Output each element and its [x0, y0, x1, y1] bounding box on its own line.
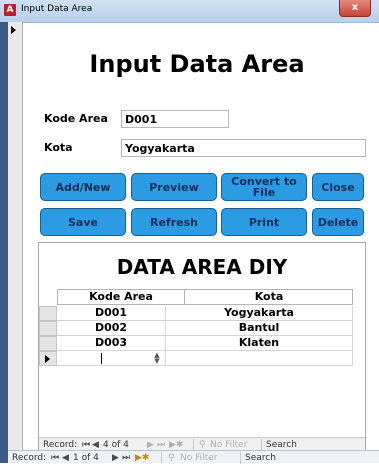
previous-record-icon[interactable]: ◀: [62, 452, 69, 464]
table-row[interactable]: D001 Yogyakarta: [39, 306, 353, 321]
row-selector[interactable]: [39, 306, 57, 321]
filter-icon[interactable]: ⚲: [168, 452, 175, 464]
kode-area-cell[interactable]: D002: [57, 321, 166, 336]
spinner-icon[interactable]: ▲ ▼: [153, 352, 161, 365]
kode-area-cell[interactable]: D003: [57, 336, 166, 351]
delete-button[interactable]: Delete: [312, 208, 364, 236]
current-row-arrow-icon: [45, 355, 50, 363]
kota-cell[interactable]: Yogyakarta: [166, 306, 353, 321]
column-header-kode-area[interactable]: Kode Area: [58, 290, 185, 304]
next-record-icon[interactable]: ▶: [112, 452, 119, 464]
close-button[interactable]: Close: [312, 173, 364, 201]
grid-header: Kode Area Kota: [57, 289, 353, 305]
refresh-button[interactable]: Refresh: [131, 208, 217, 236]
add-new-button[interactable]: Add/New: [40, 173, 126, 201]
print-button[interactable]: Print: [221, 208, 307, 236]
row-selector[interactable]: [39, 351, 57, 366]
new-kota-cell[interactable]: [166, 351, 353, 366]
access-app-icon: A: [4, 4, 16, 16]
subform-title: DATA AREA DIY: [116, 255, 288, 279]
last-record-icon[interactable]: ⏭: [122, 452, 130, 464]
nav-separator: [193, 439, 194, 450]
window-close-button[interactable]: x: [339, 0, 371, 17]
kode-area-label: Kode Area: [44, 112, 108, 125]
kode-area-field[interactable]: D001: [121, 110, 229, 128]
kode-area-cell[interactable]: D001: [57, 306, 166, 321]
column-header-kota[interactable]: Kota: [185, 290, 353, 304]
table-row[interactable]: D002 Bantul: [39, 321, 353, 336]
new-record-icon[interactable]: ▶✱: [135, 452, 149, 464]
form-record-selector[interactable]: [8, 22, 23, 450]
save-button[interactable]: Save: [40, 208, 126, 236]
current-record-arrow-icon: [11, 26, 16, 34]
first-record-icon[interactable]: ⏮: [51, 452, 59, 464]
row-selector[interactable]: [39, 321, 57, 336]
window-title: Input Data Area: [21, 4, 93, 14]
subform-navigation-bar: Record: ⏮ ◀ 4 of 4 ▶ ⏭ ▶✱ ⚲ No Filter Se…: [39, 437, 365, 451]
data-area-subform: DATA AREA DIY Kode Area Kota D001 Yogyak…: [38, 242, 366, 454]
new-record-row[interactable]: ▲ ▼: [39, 351, 353, 366]
table-row[interactable]: D003 Klaten: [39, 336, 353, 351]
kota-label: Kota: [44, 141, 73, 154]
record-position[interactable]: 1 of 4: [73, 452, 99, 464]
row-selector[interactable]: [39, 336, 57, 351]
no-filter-label[interactable]: No Filter: [180, 452, 217, 464]
left-panel-strip: [0, 22, 8, 463]
form-header-title: Input Data Area: [89, 50, 305, 78]
preview-button[interactable]: Preview: [131, 173, 217, 201]
kota-cell[interactable]: Klaten: [166, 336, 353, 351]
form-navigation-bar: Record: ⏮ ◀ 1 of 4 ▶ ⏭ ▶✱ ⚲ No Filter Se…: [8, 450, 379, 464]
new-kode-area-cell[interactable]: ▲ ▼: [57, 351, 166, 366]
kota-field[interactable]: Yogyakarta: [121, 139, 366, 157]
window-titlebar: A Input Data Area x: [0, 0, 379, 23]
kota-cell[interactable]: Bantul: [166, 321, 353, 336]
text-cursor: [101, 353, 102, 364]
record-label: Record:: [12, 453, 47, 463]
search-field[interactable]: Search: [240, 452, 276, 464]
convert-to-file-button[interactable]: Convert to File: [221, 173, 307, 201]
nav-separator: [161, 452, 162, 463]
